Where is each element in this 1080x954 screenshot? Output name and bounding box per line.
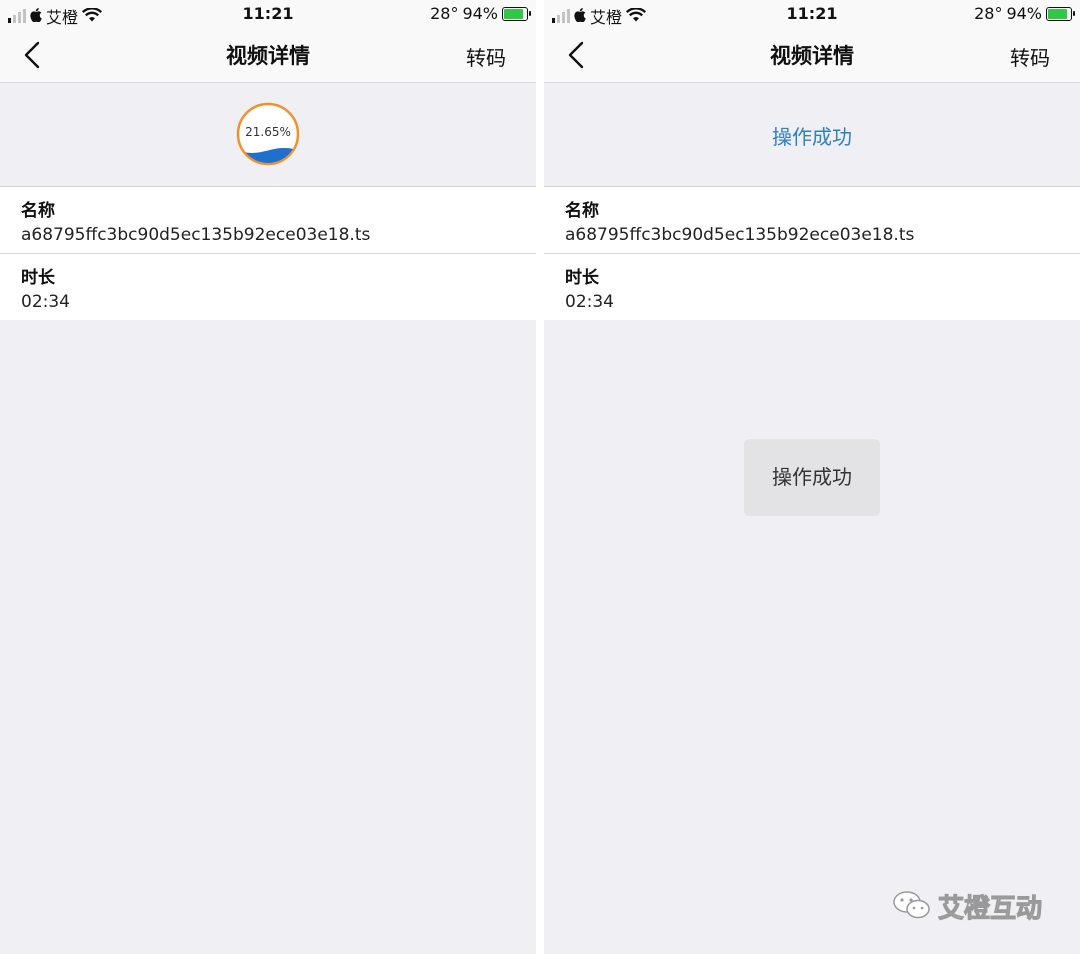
list-item-name: 名称 a68795ffc3bc90d5ec135b92ece03e18.ts	[0, 187, 536, 253]
toast-message: 操作成功	[744, 439, 880, 516]
temperature: 28°	[430, 4, 459, 23]
field-value: 02:34	[21, 292, 70, 312]
watermark-text: 艾橙互动	[937, 894, 1043, 925]
page-title: 视频详情	[770, 44, 854, 68]
list-item-duration: 时长 02:34	[544, 253, 1080, 320]
progress-percent: 21.65%	[245, 125, 291, 139]
field-value: a68795ffc3bc90d5ec135b92ece03e18.ts	[565, 225, 915, 245]
field-label: 时长	[565, 268, 599, 288]
progress-area: 21.65%	[0, 83, 536, 187]
transcode-button[interactable]: 转码	[466, 42, 506, 71]
screen-transcoding: 艾橙 11:21 28° 94% 视频详情 转码 21.65% 名称 a6879…	[0, 0, 536, 954]
screen-success: 艾橙 11:21 28° 94% 视频详情 转码 操作成功 名称 a68795f…	[544, 0, 1080, 954]
navigation-bar: 视频详情 转码	[0, 28, 536, 83]
wechat-icon	[892, 890, 932, 924]
field-label: 名称	[21, 201, 55, 221]
page-title: 视频详情	[226, 44, 310, 68]
battery-icon	[502, 6, 531, 21]
video-info-list: 名称 a68795ffc3bc90d5ec135b92ece03e18.ts 时…	[0, 187, 536, 320]
video-info-list: 名称 a68795ffc3bc90d5ec135b92ece03e18.ts 时…	[544, 187, 1080, 320]
field-value: 02:34	[565, 292, 614, 312]
success-message: 操作成功	[772, 125, 852, 149]
list-item-name: 名称 a68795ffc3bc90d5ec135b92ece03e18.ts	[544, 187, 1080, 253]
temperature: 28°	[974, 4, 1003, 23]
field-label: 时长	[21, 268, 55, 288]
status-bar: 艾橙 11:21 28° 94%	[544, 0, 1080, 28]
watermark: 艾橙互动	[892, 888, 1043, 925]
battery-icon	[1046, 6, 1075, 21]
field-value: a68795ffc3bc90d5ec135b92ece03e18.ts	[21, 225, 371, 245]
navigation-bar: 视频详情 转码	[544, 28, 1080, 83]
status-area: 操作成功	[544, 83, 1080, 187]
battery-percent: 94%	[1006, 4, 1042, 23]
field-label: 名称	[565, 201, 599, 221]
status-bar: 艾橙 11:21 28° 94%	[0, 0, 536, 28]
list-item-duration: 时长 02:34	[0, 253, 536, 320]
battery-percent: 94%	[462, 4, 498, 23]
transcode-button[interactable]: 转码	[1010, 42, 1050, 71]
